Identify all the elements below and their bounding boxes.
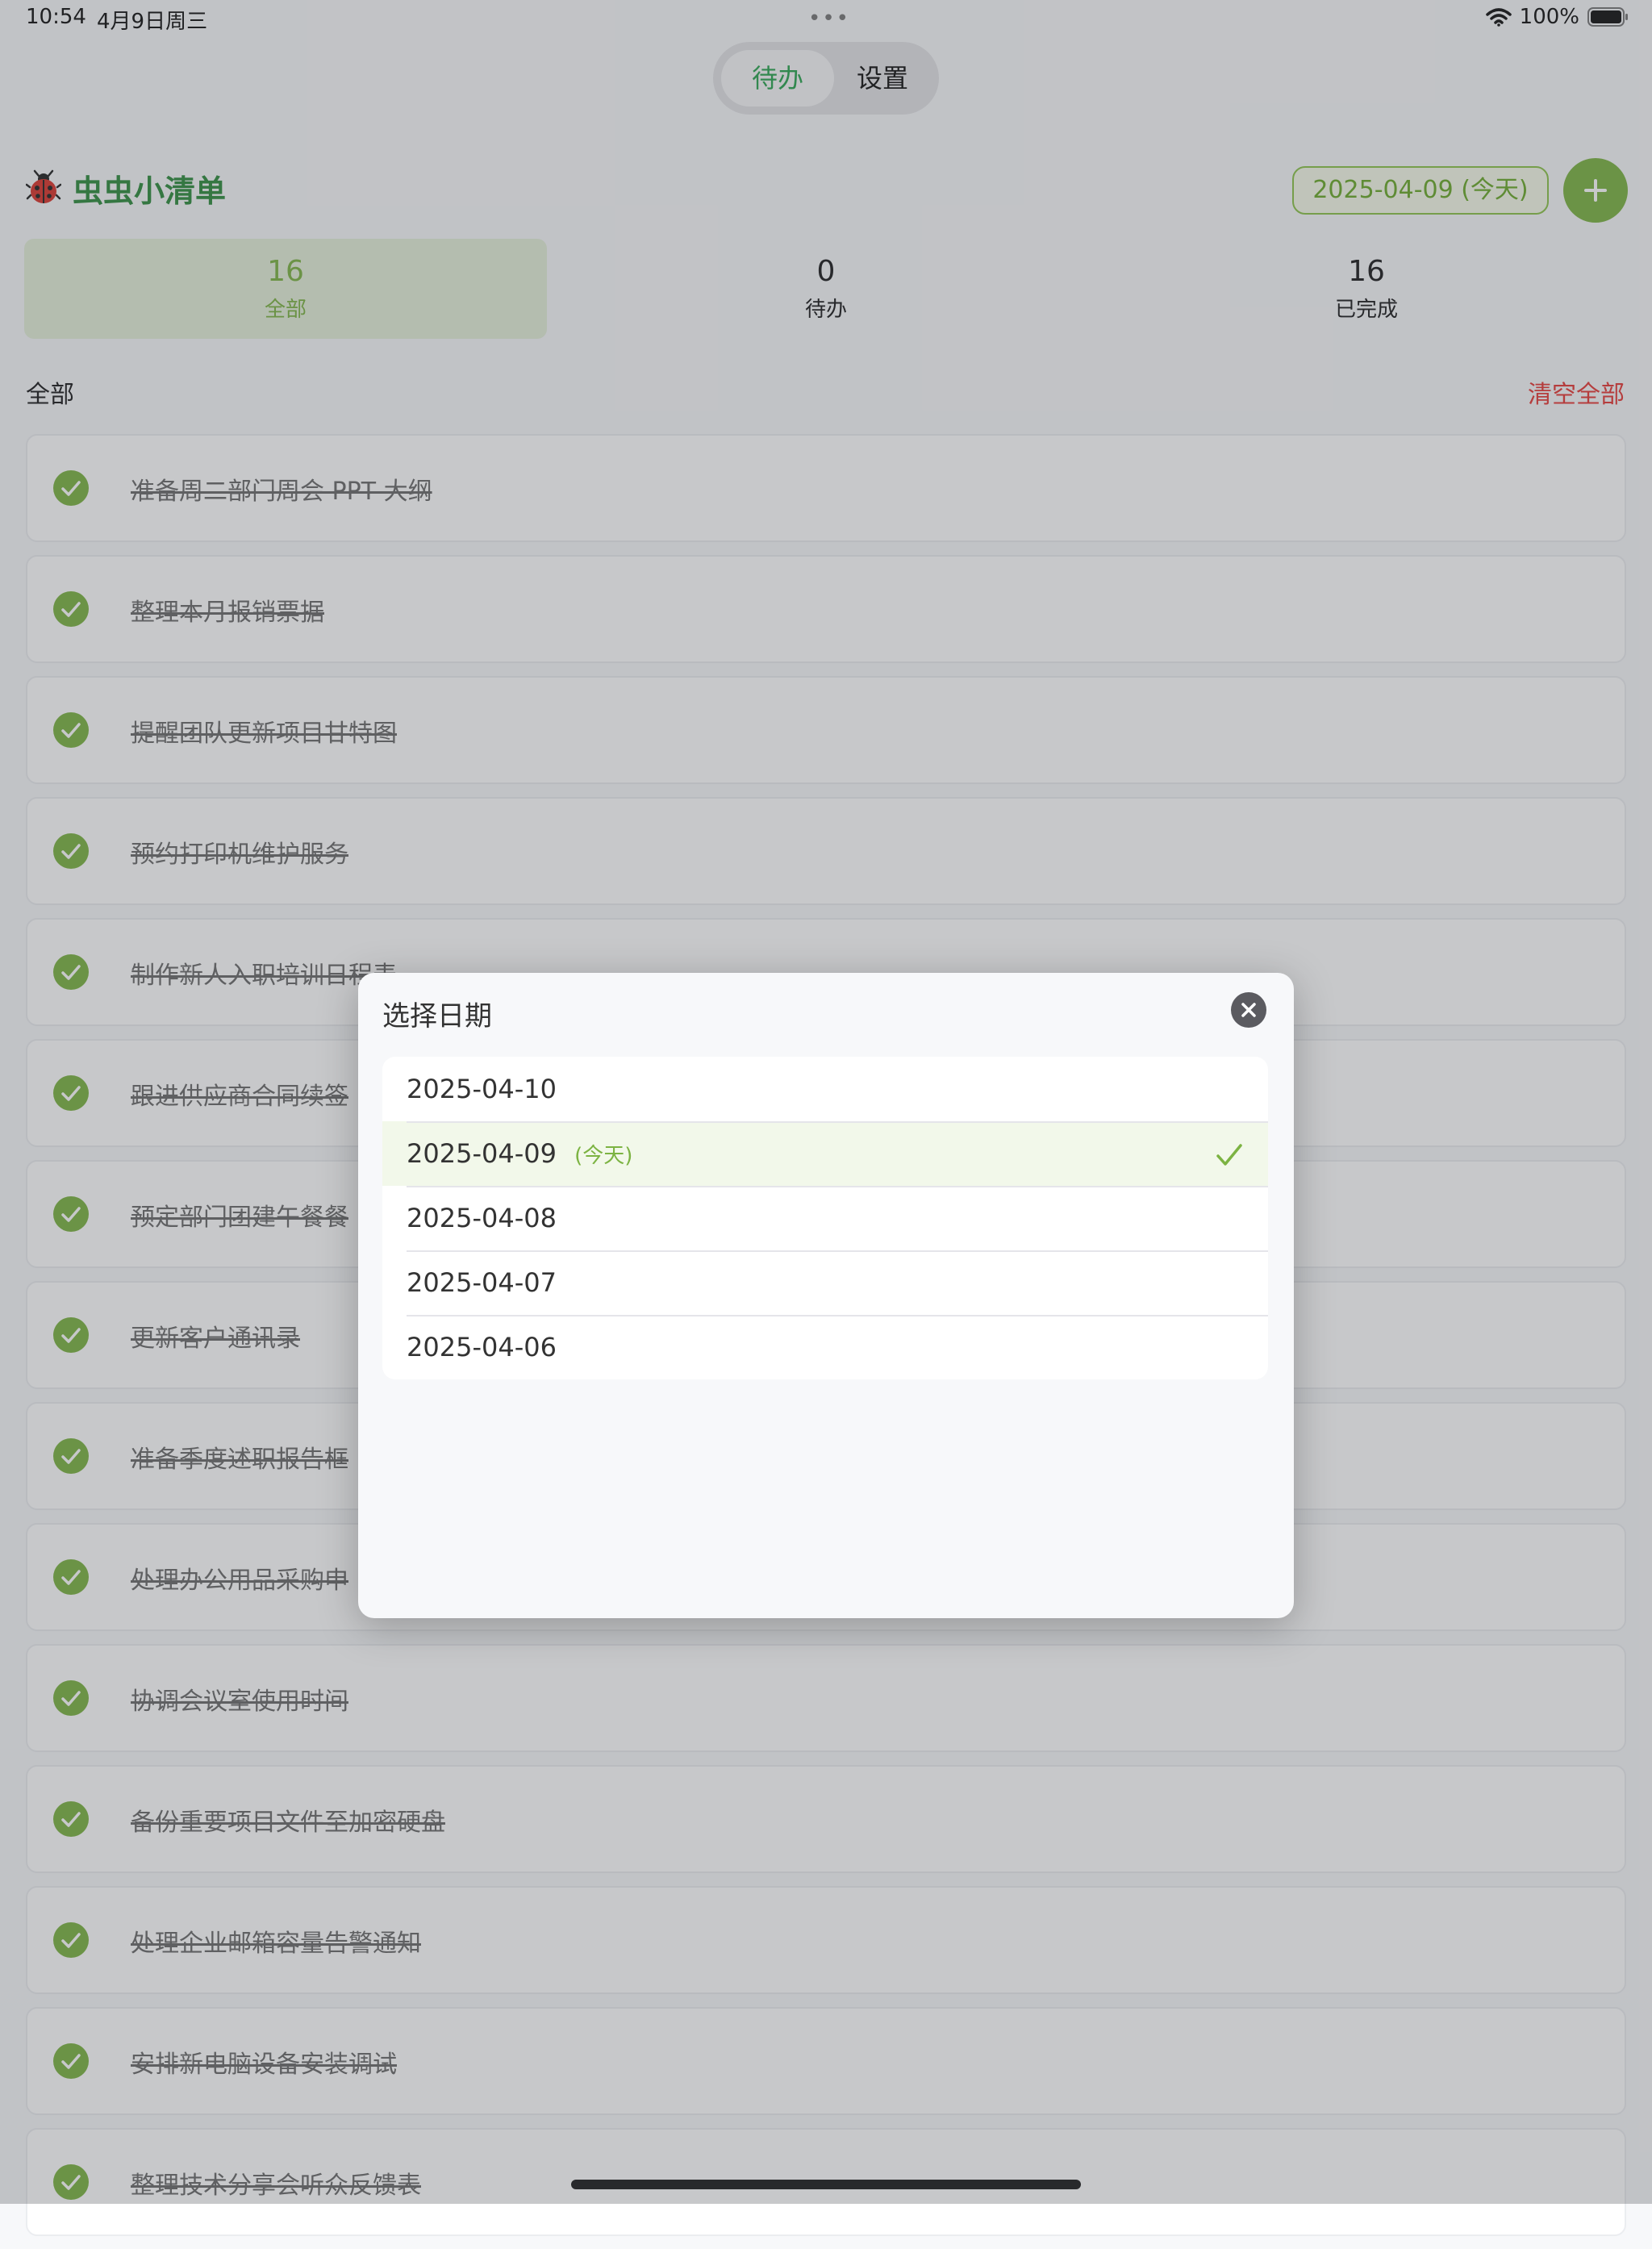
date-option[interactable]: 2025-04-10 <box>382 1057 1268 1121</box>
date-option[interactable]: 2025-04-08 <box>382 1186 1268 1250</box>
date-option-label: 2025-04-06 <box>407 1332 557 1362</box>
close-icon[interactable] <box>1231 992 1266 1028</box>
date-option[interactable]: 2025-04-07 <box>382 1250 1268 1315</box>
date-option-label: 2025-04-10 <box>407 1074 557 1104</box>
today-tag: (今天) <box>574 1144 633 1168</box>
date-option-label: 2025-04-08 <box>407 1203 557 1233</box>
date-options-list: 2025-04-10 2025-04-09 (今天) 2025-04-08 20… <box>382 1057 1268 1379</box>
date-option[interactable]: 2025-04-06 <box>382 1315 1268 1379</box>
modal-title: 选择日期 <box>382 1000 492 1033</box>
date-option-selected[interactable]: 2025-04-09 (今天) <box>382 1121 1268 1186</box>
date-option-label: 2025-04-09 <box>407 1138 557 1169</box>
date-option-label: 2025-04-07 <box>407 1267 557 1298</box>
checkmark-icon <box>1216 1144 1242 1166</box>
date-picker-modal: 选择日期 2025-04-10 2025-04-09 (今天) 2025-04-… <box>358 973 1294 1618</box>
app-root: 10:54 4月9日周三 ••• 100% 待办 设置 虫虫小清单 2025-0… <box>0 0 1652 2236</box>
